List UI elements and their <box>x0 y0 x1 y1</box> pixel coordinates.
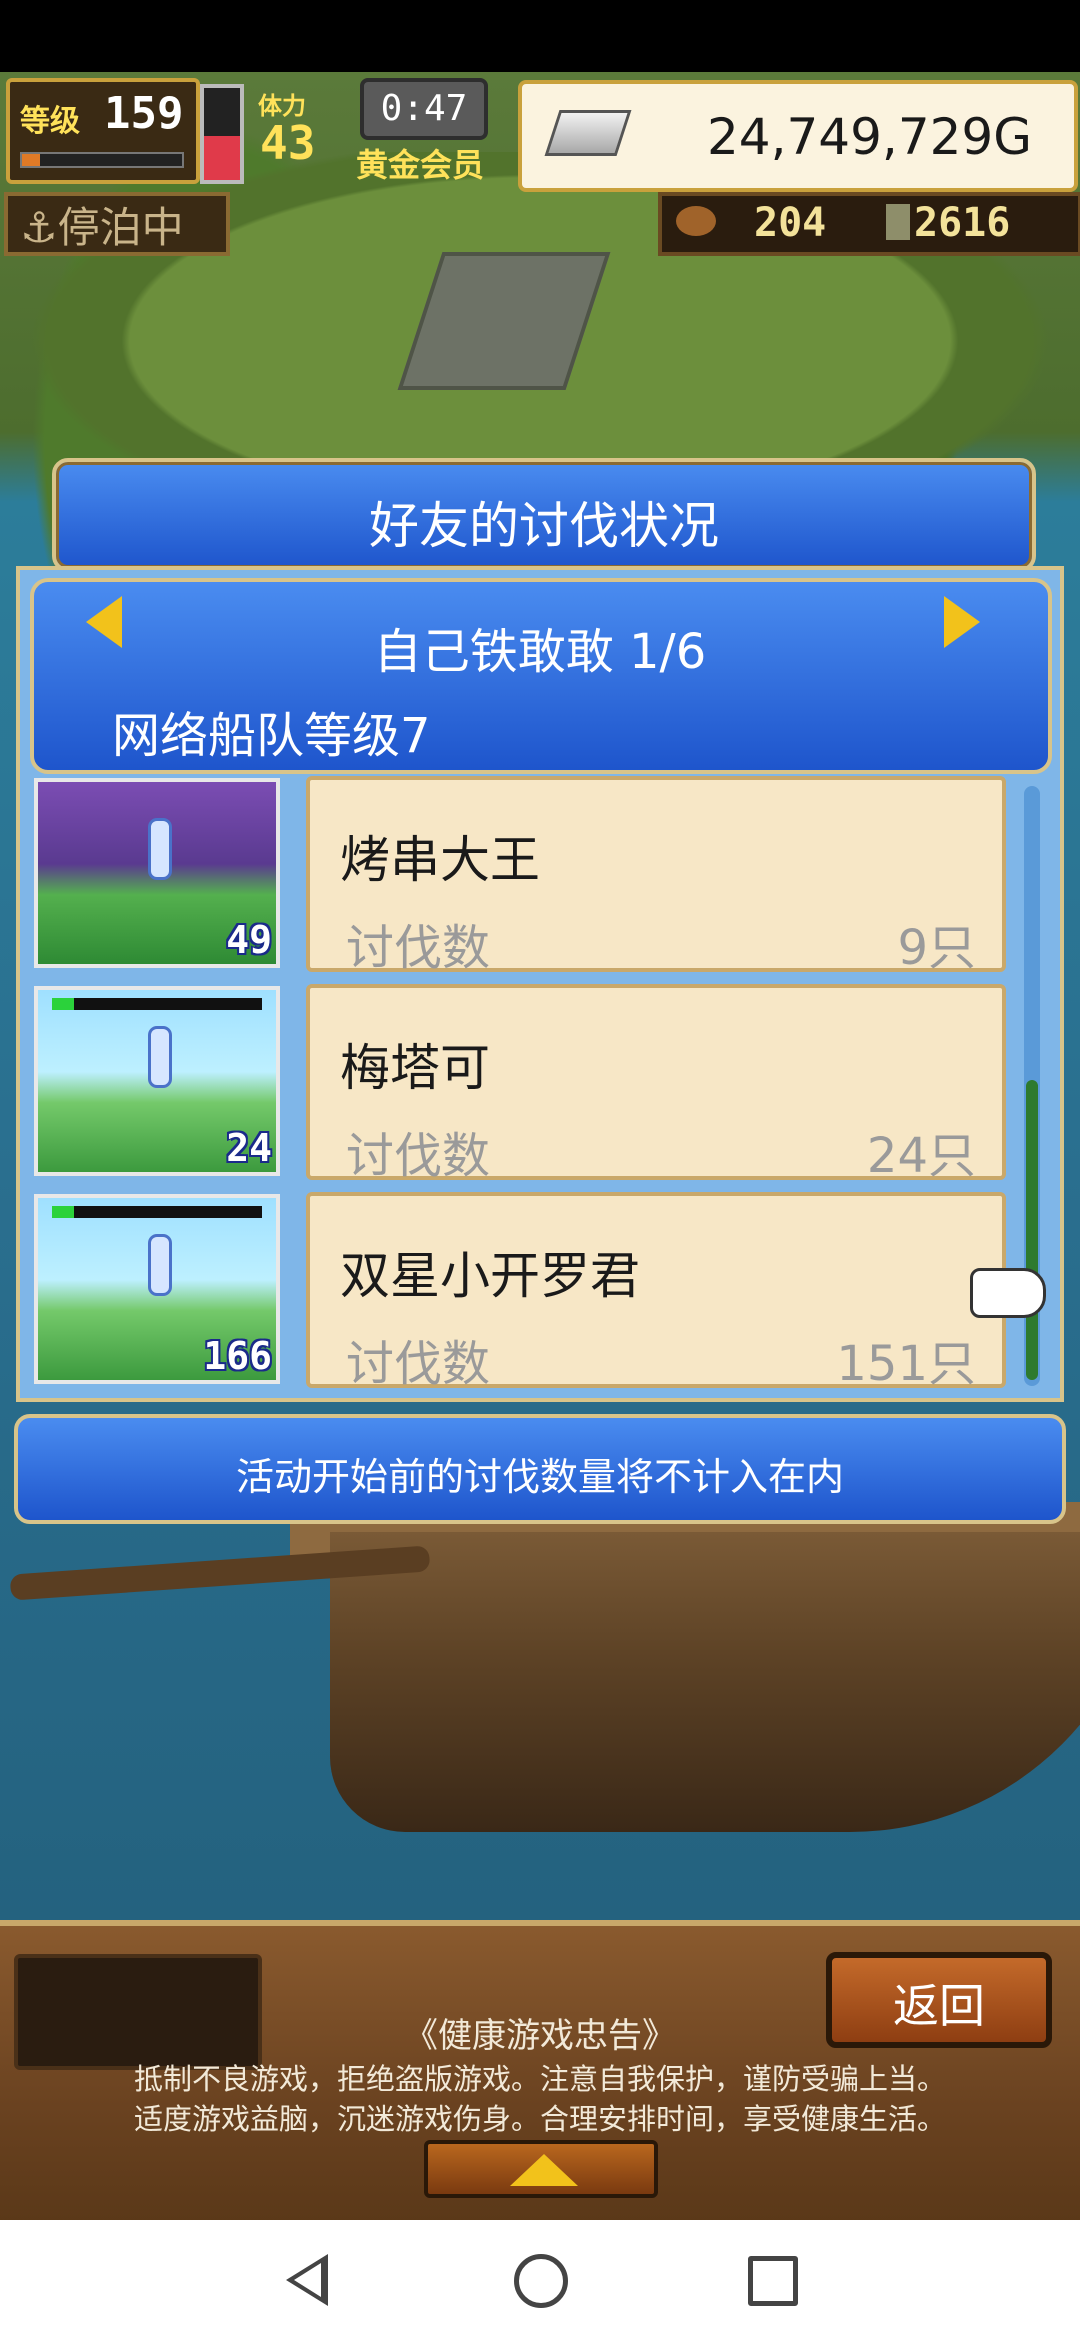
nav-back-icon[interactable] <box>286 2254 328 2306</box>
level-display: 等级 159 <box>6 78 200 184</box>
stamina-value: 43 <box>260 116 316 170</box>
exclamation-icon <box>148 1026 172 1088</box>
dialog-title: 好友的讨伐状况 <box>369 497 719 555</box>
level-value: 159 <box>104 88 184 139</box>
event-notice: 活动开始前的讨伐数量将不计入在内 <box>14 1414 1066 1524</box>
resource-wood-value: 2616 <box>914 200 1011 246</box>
friend-member-name: 双星小开罗君 <box>340 1247 640 1305</box>
kill-count: 24只 <box>866 1128 976 1184</box>
health-advice-title: 《健康游戏忠告》 <box>404 2016 676 2056</box>
level-label: 等级 <box>20 104 80 139</box>
triangle-up-icon <box>510 2154 578 2186</box>
friend-member-name: 梅塔可 <box>340 1039 490 1097</box>
friend-card[interactable]: 梅塔可 讨伐数 24只 <box>306 984 1006 1184</box>
lumber-icon <box>886 204 910 240</box>
monster-level: 24 <box>226 1126 272 1170</box>
monster-thumbnail: 24 <box>34 986 280 1176</box>
stamina-display: 体力 43 <box>244 80 354 176</box>
dialog-title-bar: 好友的讨伐状况 <box>52 458 1036 572</box>
timer: 0:47 <box>360 78 488 140</box>
exclamation-icon <box>148 818 172 880</box>
resources-display: 204 2616 <box>658 192 1080 256</box>
friend-card[interactable]: 烤串大王 讨伐数 9只 <box>306 776 1006 976</box>
kill-label: 讨伐数 <box>346 1336 491 1392</box>
gold-value: 24,749,729G <box>706 108 1032 166</box>
fleet-level: 网络船队等级7 <box>112 708 431 764</box>
monster-thumbnail: 166 <box>34 1194 280 1384</box>
friend-member-name: 烤串大王 <box>340 831 540 889</box>
list-item[interactable]: 49 烤串大王 讨伐数 9只 <box>30 774 1010 976</box>
kill-count: 9只 <box>897 920 976 976</box>
membership-badge[interactable]: 黄金会员 <box>356 140 484 186</box>
friend-kill-list[interactable]: 49 烤串大王 讨伐数 9只 24 梅塔可 讨伐数 24只 166 双星小开罗君… <box>30 774 1048 1398</box>
event-notice-text: 活动开始前的讨伐数量将不计入在内 <box>235 1455 844 1499</box>
gold-display[interactable]: 24,749,729G <box>518 80 1078 192</box>
kill-label: 讨伐数 <box>346 1128 491 1184</box>
list-item[interactable]: 24 梅塔可 讨伐数 24只 <box>30 982 1010 1184</box>
hp-bar <box>52 998 262 1010</box>
health-advice-line1: 抵制不良游戏，拒绝盗版游戏。注意自我保护，谨防受骗上当。 <box>133 2062 946 2096</box>
nav-recents-icon[interactable] <box>748 2256 798 2306</box>
exclamation-icon <box>148 1234 172 1296</box>
mooring-status: ⚓停泊中 <box>4 192 230 256</box>
ship-hull <box>330 1532 1080 1832</box>
resource-food-value: 204 <box>754 200 827 246</box>
meat-icon <box>676 206 716 236</box>
monster-level: 166 <box>203 1334 272 1378</box>
monster-level: 49 <box>226 918 272 962</box>
hp-bar <box>52 1206 262 1218</box>
pointer-hand-icon <box>970 1268 1046 1318</box>
scrollbar-thumb[interactable] <box>1026 1080 1038 1380</box>
friend-card[interactable]: 双星小开罗君 讨伐数 151只 <box>306 1192 1006 1392</box>
monster-thumbnail: 49 <box>34 778 280 968</box>
exp-bar <box>20 152 184 168</box>
status-bar <box>0 0 1080 72</box>
kill-count: 151只 <box>836 1336 976 1392</box>
list-item[interactable]: 166 双星小开罗君 讨伐数 151只 <box>30 1190 1010 1392</box>
silver-ingot-icon <box>544 110 632 156</box>
expand-menu-button[interactable] <box>424 2140 658 2198</box>
kill-label: 讨伐数 <box>346 920 491 976</box>
nav-home-icon[interactable] <box>514 2254 568 2308</box>
friend-name: 自己铁敢敢 1/6 <box>373 624 707 680</box>
health-advice-line2: 适度游戏益脑，沉迷游戏伤身。合理安排时间，享受健康生活。 <box>133 2102 946 2136</box>
stamina-gauge <box>200 84 244 184</box>
